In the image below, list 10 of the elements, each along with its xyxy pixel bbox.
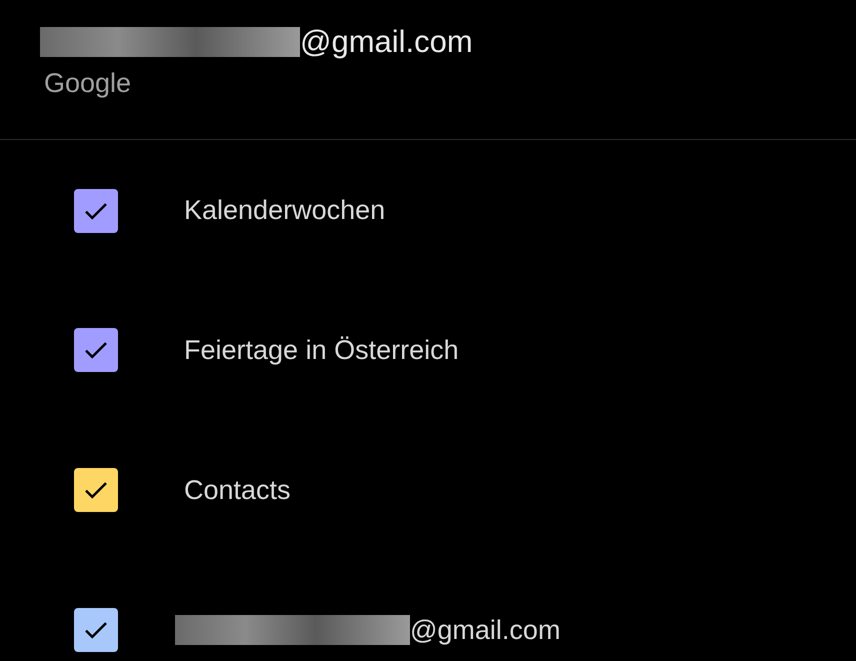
calendar-checkbox[interactable] — [74, 328, 118, 372]
calendar-checkbox[interactable] — [74, 468, 118, 512]
calendar-checkbox[interactable] — [74, 188, 118, 232]
calendar-label: Contacts — [184, 474, 291, 506]
account-provider: Google — [44, 68, 132, 99]
calendar-label: Kalenderwochen — [184, 195, 386, 226]
account-email: @gmail.com — [300, 23, 473, 61]
calendar-label: @gmail.com — [410, 614, 560, 646]
calendar-label: Feiertage in Österreich — [184, 334, 459, 366]
calendar-checkbox[interactable] — [74, 608, 118, 652]
